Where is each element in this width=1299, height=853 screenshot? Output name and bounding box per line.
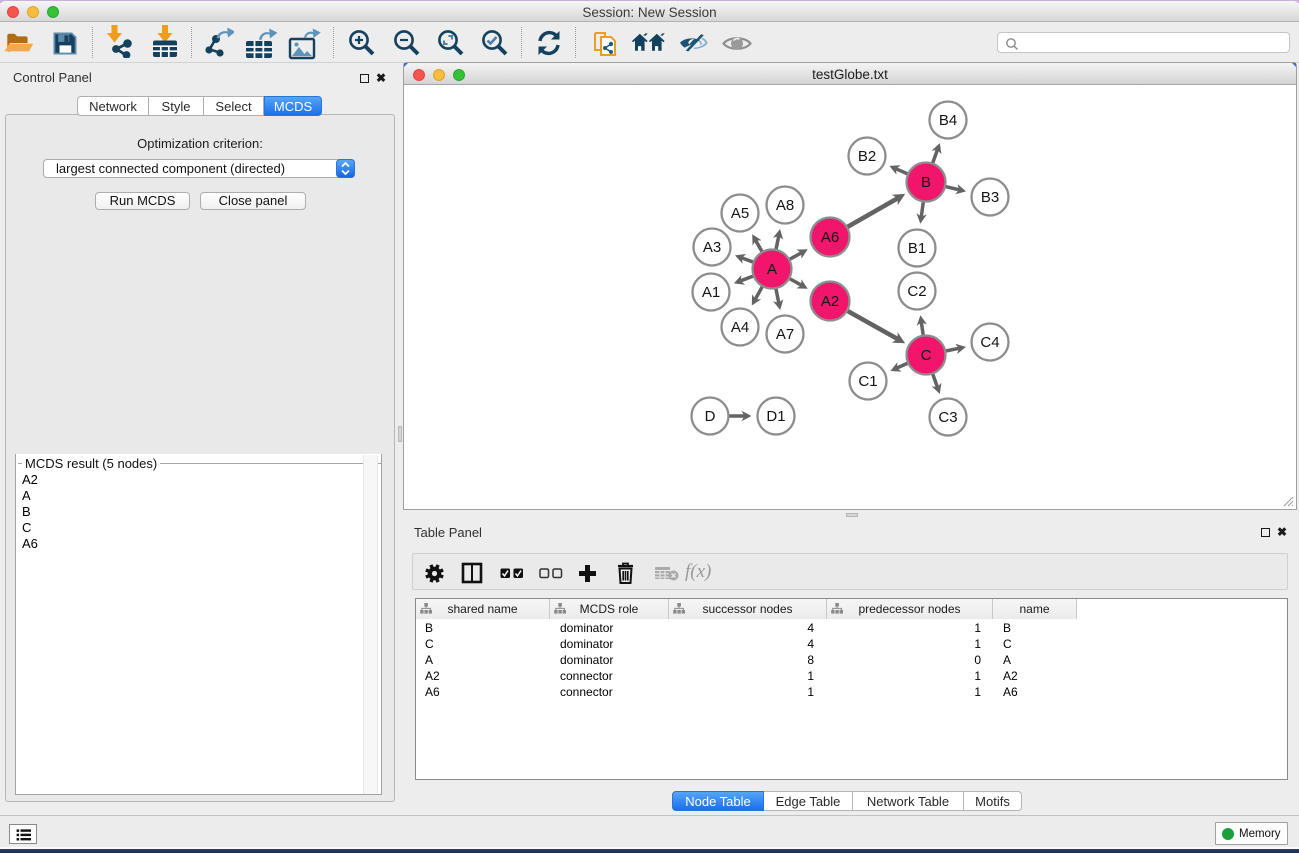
svg-text:C1: C1 (858, 373, 877, 390)
svg-text:A4: A4 (731, 319, 749, 336)
svg-text:A1: A1 (702, 284, 720, 301)
svg-text:A7: A7 (776, 326, 794, 343)
svg-text:D1: D1 (766, 408, 785, 425)
svg-text:B2: B2 (858, 148, 876, 165)
svg-text:C: C (921, 347, 932, 364)
svg-text:B1: B1 (908, 240, 926, 257)
svg-text:A3: A3 (703, 239, 721, 256)
svg-text:D: D (705, 408, 716, 425)
svg-text:B: B (921, 174, 931, 191)
svg-text:C4: C4 (980, 334, 999, 351)
svg-text:A2: A2 (821, 293, 839, 310)
svg-text:C3: C3 (938, 409, 957, 426)
svg-text:C2: C2 (907, 283, 926, 300)
svg-text:A6: A6 (821, 229, 839, 246)
svg-text:B3: B3 (981, 189, 999, 206)
svg-text:A8: A8 (776, 197, 794, 214)
svg-text:A5: A5 (731, 205, 749, 222)
svg-text:B4: B4 (939, 112, 957, 129)
svg-text:A: A (767, 261, 777, 278)
